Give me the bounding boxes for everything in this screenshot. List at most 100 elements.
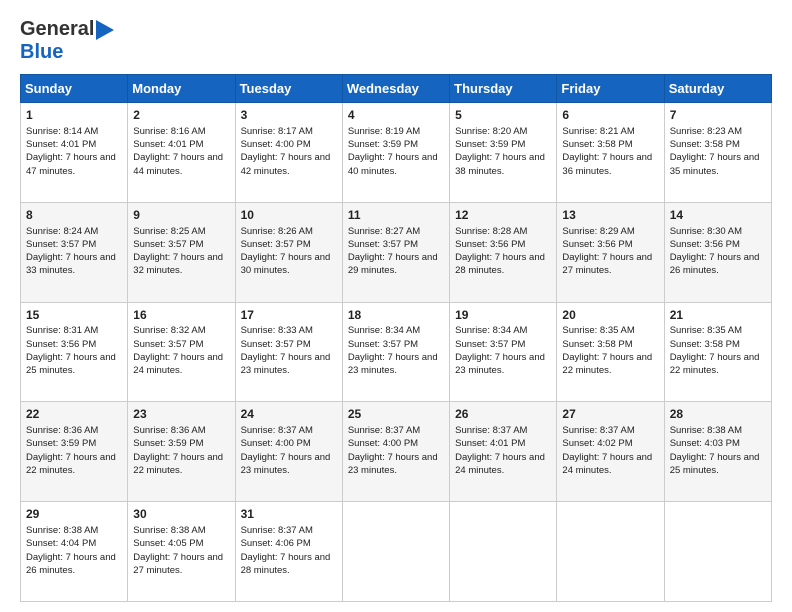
day-info: Sunrise: 8:14 AM Sunset: 4:01 PM Dayligh… <box>26 125 122 178</box>
daylight-label: Daylight: 7 hours and 24 minutes. <box>133 352 223 376</box>
day-info: Sunrise: 8:38 AM Sunset: 4:04 PM Dayligh… <box>26 524 122 577</box>
sunrise-label: Sunrise: 8:14 AM <box>26 126 98 137</box>
day-number: 21 <box>670 307 766 324</box>
sunrise-label: Sunrise: 8:37 AM <box>241 525 313 536</box>
calendar-cell: 27 Sunrise: 8:37 AM Sunset: 4:02 PM Dayl… <box>557 402 664 502</box>
day-info: Sunrise: 8:37 AM Sunset: 4:06 PM Dayligh… <box>241 524 337 577</box>
calendar-cell: 25 Sunrise: 8:37 AM Sunset: 4:00 PM Dayl… <box>342 402 449 502</box>
sunrise-label: Sunrise: 8:37 AM <box>348 425 420 436</box>
sunset-label: Sunset: 3:58 PM <box>562 139 632 150</box>
day-info: Sunrise: 8:25 AM Sunset: 3:57 PM Dayligh… <box>133 225 229 278</box>
calendar-week-row: 8 Sunrise: 8:24 AM Sunset: 3:57 PM Dayli… <box>21 202 772 302</box>
sunset-label: Sunset: 4:05 PM <box>133 538 203 549</box>
sunset-label: Sunset: 3:58 PM <box>562 339 632 350</box>
daylight-label: Daylight: 7 hours and 25 minutes. <box>26 352 116 376</box>
calendar-cell: 7 Sunrise: 8:23 AM Sunset: 3:58 PM Dayli… <box>664 103 771 203</box>
sunrise-label: Sunrise: 8:33 AM <box>241 325 313 336</box>
day-info: Sunrise: 8:29 AM Sunset: 3:56 PM Dayligh… <box>562 225 658 278</box>
day-number: 16 <box>133 307 229 324</box>
day-number: 17 <box>241 307 337 324</box>
day-number: 5 <box>455 107 551 124</box>
day-info: Sunrise: 8:35 AM Sunset: 3:58 PM Dayligh… <box>562 324 658 377</box>
sunrise-label: Sunrise: 8:26 AM <box>241 226 313 237</box>
logo-arrow-icon <box>96 20 114 40</box>
calendar-cell: 26 Sunrise: 8:37 AM Sunset: 4:01 PM Dayl… <box>450 402 557 502</box>
sunrise-label: Sunrise: 8:36 AM <box>133 425 205 436</box>
day-number: 20 <box>562 307 658 324</box>
sunrise-label: Sunrise: 8:38 AM <box>133 525 205 536</box>
sunrise-label: Sunrise: 8:37 AM <box>241 425 313 436</box>
day-number: 11 <box>348 207 444 224</box>
day-number: 19 <box>455 307 551 324</box>
calendar-cell: 16 Sunrise: 8:32 AM Sunset: 3:57 PM Dayl… <box>128 302 235 402</box>
day-number: 15 <box>26 307 122 324</box>
sunset-label: Sunset: 3:57 PM <box>348 339 418 350</box>
day-info: Sunrise: 8:17 AM Sunset: 4:00 PM Dayligh… <box>241 125 337 178</box>
sunrise-label: Sunrise: 8:38 AM <box>670 425 742 436</box>
day-number: 4 <box>348 107 444 124</box>
daylight-label: Daylight: 7 hours and 40 minutes. <box>348 152 438 176</box>
daylight-label: Daylight: 7 hours and 33 minutes. <box>26 252 116 276</box>
sunrise-label: Sunrise: 8:35 AM <box>670 325 742 336</box>
sunset-label: Sunset: 3:57 PM <box>241 239 311 250</box>
logo-text-block: General <box>20 18 114 41</box>
calendar-cell: 17 Sunrise: 8:33 AM Sunset: 3:57 PM Dayl… <box>235 302 342 402</box>
calendar-cell <box>664 502 771 602</box>
sunrise-label: Sunrise: 8:28 AM <box>455 226 527 237</box>
sunrise-label: Sunrise: 8:37 AM <box>455 425 527 436</box>
column-header-saturday: Saturday <box>664 75 771 103</box>
day-info: Sunrise: 8:31 AM Sunset: 3:56 PM Dayligh… <box>26 324 122 377</box>
day-info: Sunrise: 8:37 AM Sunset: 4:02 PM Dayligh… <box>562 424 658 477</box>
daylight-label: Daylight: 7 hours and 26 minutes. <box>670 252 760 276</box>
day-number: 13 <box>562 207 658 224</box>
sunset-label: Sunset: 4:06 PM <box>241 538 311 549</box>
daylight-label: Daylight: 7 hours and 44 minutes. <box>133 152 223 176</box>
sunset-label: Sunset: 3:56 PM <box>670 239 740 250</box>
calendar-cell: 4 Sunrise: 8:19 AM Sunset: 3:59 PM Dayli… <box>342 103 449 203</box>
day-info: Sunrise: 8:28 AM Sunset: 3:56 PM Dayligh… <box>455 225 551 278</box>
calendar-cell: 21 Sunrise: 8:35 AM Sunset: 3:58 PM Dayl… <box>664 302 771 402</box>
day-info: Sunrise: 8:21 AM Sunset: 3:58 PM Dayligh… <box>562 125 658 178</box>
day-number: 1 <box>26 107 122 124</box>
daylight-label: Daylight: 7 hours and 22 minutes. <box>133 452 223 476</box>
day-number: 22 <box>26 406 122 423</box>
sunset-label: Sunset: 4:03 PM <box>670 438 740 449</box>
column-header-monday: Monday <box>128 75 235 103</box>
day-info: Sunrise: 8:32 AM Sunset: 3:57 PM Dayligh… <box>133 324 229 377</box>
sunrise-label: Sunrise: 8:17 AM <box>241 126 313 137</box>
sunset-label: Sunset: 3:59 PM <box>133 438 203 449</box>
calendar-cell: 9 Sunrise: 8:25 AM Sunset: 3:57 PM Dayli… <box>128 202 235 302</box>
calendar-cell: 23 Sunrise: 8:36 AM Sunset: 3:59 PM Dayl… <box>128 402 235 502</box>
day-number: 9 <box>133 207 229 224</box>
sunrise-label: Sunrise: 8:34 AM <box>348 325 420 336</box>
calendar-week-row: 29 Sunrise: 8:38 AM Sunset: 4:04 PM Dayl… <box>21 502 772 602</box>
calendar-cell: 15 Sunrise: 8:31 AM Sunset: 3:56 PM Dayl… <box>21 302 128 402</box>
day-number: 25 <box>348 406 444 423</box>
day-info: Sunrise: 8:38 AM Sunset: 4:05 PM Dayligh… <box>133 524 229 577</box>
header: General Blue <box>20 18 772 64</box>
day-info: Sunrise: 8:19 AM Sunset: 3:59 PM Dayligh… <box>348 125 444 178</box>
calendar-cell: 3 Sunrise: 8:17 AM Sunset: 4:00 PM Dayli… <box>235 103 342 203</box>
calendar-week-row: 22 Sunrise: 8:36 AM Sunset: 3:59 PM Dayl… <box>21 402 772 502</box>
calendar: SundayMondayTuesdayWednesdayThursdayFrid… <box>20 74 772 602</box>
day-number: 7 <box>670 107 766 124</box>
daylight-label: Daylight: 7 hours and 25 minutes. <box>670 452 760 476</box>
calendar-cell: 1 Sunrise: 8:14 AM Sunset: 4:01 PM Dayli… <box>21 103 128 203</box>
sunset-label: Sunset: 4:00 PM <box>241 139 311 150</box>
day-number: 23 <box>133 406 229 423</box>
calendar-cell: 30 Sunrise: 8:38 AM Sunset: 4:05 PM Dayl… <box>128 502 235 602</box>
daylight-label: Daylight: 7 hours and 22 minutes. <box>670 352 760 376</box>
logo-blue-text: Blue <box>20 41 63 63</box>
daylight-label: Daylight: 7 hours and 30 minutes. <box>241 252 331 276</box>
day-number: 2 <box>133 107 229 124</box>
day-info: Sunrise: 8:37 AM Sunset: 4:00 PM Dayligh… <box>241 424 337 477</box>
calendar-cell: 20 Sunrise: 8:35 AM Sunset: 3:58 PM Dayl… <box>557 302 664 402</box>
day-info: Sunrise: 8:37 AM Sunset: 4:01 PM Dayligh… <box>455 424 551 477</box>
calendar-cell: 29 Sunrise: 8:38 AM Sunset: 4:04 PM Dayl… <box>21 502 128 602</box>
daylight-label: Daylight: 7 hours and 35 minutes. <box>670 152 760 176</box>
sunrise-label: Sunrise: 8:36 AM <box>26 425 98 436</box>
sunrise-label: Sunrise: 8:25 AM <box>133 226 205 237</box>
sunset-label: Sunset: 3:58 PM <box>670 139 740 150</box>
column-header-wednesday: Wednesday <box>342 75 449 103</box>
day-info: Sunrise: 8:38 AM Sunset: 4:03 PM Dayligh… <box>670 424 766 477</box>
